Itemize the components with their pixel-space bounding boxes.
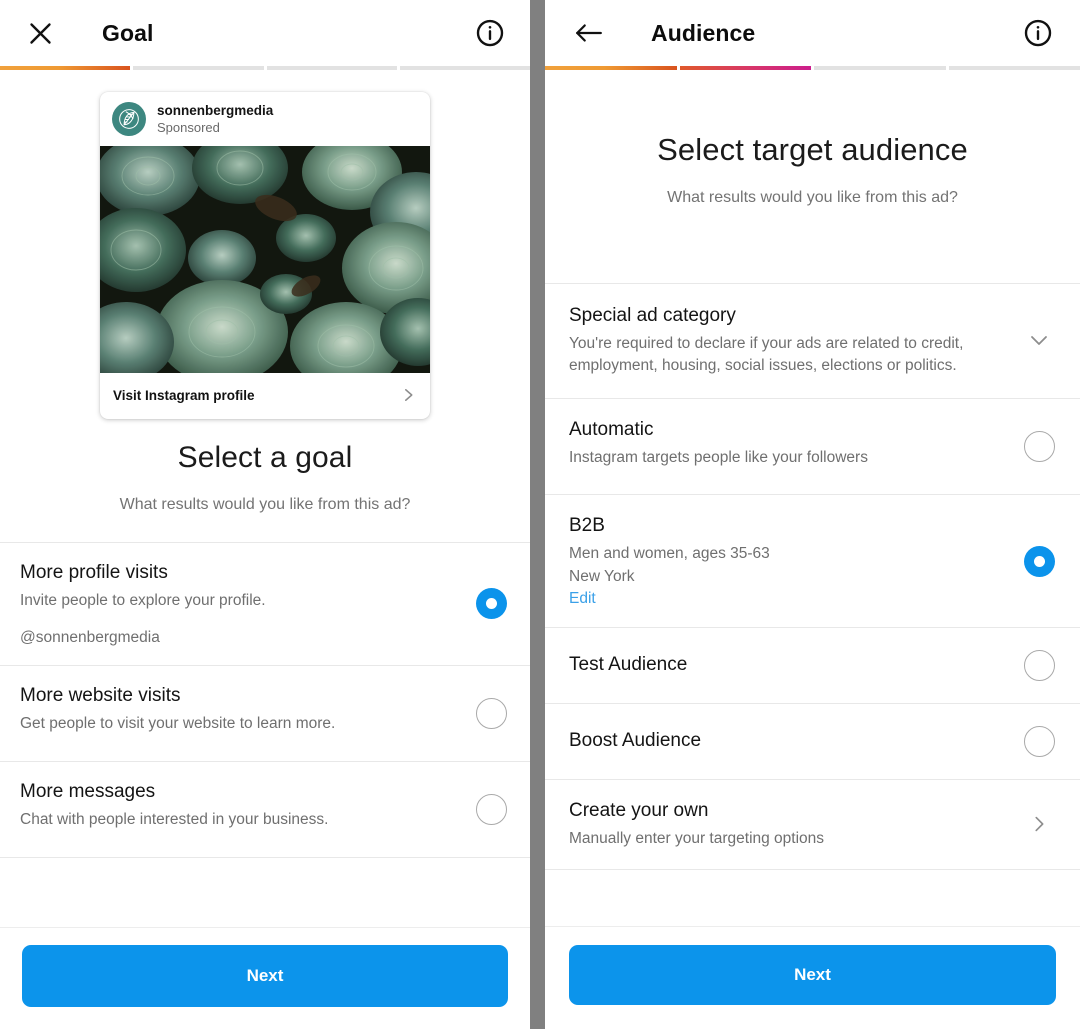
goal-option-radio-wrap[interactable] [474,697,508,729]
special-ad-category-desc: You're required to declare if your ads a… [569,335,964,374]
audience-screen: Audience Select target audience What res… [545,0,1080,1029]
goal-options-list: More profile visits Invite people to exp… [0,542,530,858]
radio-unselected[interactable] [475,793,507,825]
ad-card-header: sonnenbergmedia Sponsored [100,92,430,146]
special-ad-category-row[interactable]: Special ad category You're required to d… [545,284,1080,400]
radio-unselected[interactable] [1023,431,1055,463]
info-icon[interactable] [472,15,508,51]
next-button[interactable]: Next [569,945,1056,1005]
goal-option-text: More messages Chat with people intereste… [20,780,460,831]
dual-screenshot-container: Goal sonnenbergmedia Sponsored Visit Ins… [0,0,1080,1029]
edit-audience-link[interactable]: Edit [569,590,596,608]
audience-option-text: B2B Men and women, ages 35-63 New York E… [569,514,1008,608]
create-your-own-desc: Manually enter your targeting options [569,830,825,848]
special-ad-category-text: Special ad category You're required to d… [569,304,1008,376]
ad-card-identity: sonnenbergmedia Sponsored [157,103,273,135]
audience-heading-block: Select target audience What results woul… [545,70,1080,283]
special-ad-category-expand[interactable] [1022,328,1056,352]
goal-screen: Goal sonnenbergmedia Sponsored Visit Ins… [0,0,530,1029]
goal-scroll-area[interactable]: sonnenbergmedia Sponsored Visit Instagra… [0,70,530,927]
goal-option-text: More profile visits Invite people to exp… [20,561,460,647]
goal-option-more-website-visits[interactable]: More website visits Get people to visit … [0,665,530,762]
arrow-left-icon[interactable] [569,13,609,53]
audience-option-text: Test Audience [569,653,1008,677]
chevron-right-icon [1028,813,1050,835]
goal-option-desc: Get people to visit your website to lear… [20,715,336,732]
ad-preview-card[interactable]: sonnenbergmedia Sponsored Visit Instagra… [100,92,430,419]
radio-selected[interactable] [475,588,507,620]
audience-option-radio-wrap[interactable] [1022,545,1056,577]
goal-heading-subtitle: What results would you like from this ad… [119,496,411,513]
create-your-own-row[interactable]: Create your own Manually enter your targ… [545,780,1080,870]
audience-option-radio-wrap[interactable] [1022,431,1056,463]
close-icon[interactable] [20,13,60,53]
audience-option-desc: Men and women, ages 35-63 [569,545,770,563]
radio-unselected[interactable] [475,697,507,729]
radio-unselected[interactable] [1023,726,1055,758]
audience-scroll-area[interactable]: Select target audience What results woul… [545,70,1080,926]
succulent-plants-photo [100,146,430,373]
special-ad-category-title: Special ad category [569,305,736,326]
ad-cta-row[interactable]: Visit Instagram profile [100,373,430,419]
create-your-own-text: Create your own Manually enter your targ… [569,799,1008,850]
audience-heading-title: Select target audience [657,132,968,167]
leaf-logo-icon [112,102,146,136]
audience-appbar: Audience [545,0,1080,66]
goal-option-more-messages[interactable]: More messages Chat with people intereste… [0,761,530,858]
succulent-photo-art [100,146,430,373]
goal-option-title: More website visits [20,684,181,706]
ad-username: sonnenbergmedia [157,102,274,118]
audience-heading-subtitle: What results would you like from this ad… [667,189,958,206]
chevron-down-icon [1027,328,1051,352]
create-your-own-title: Create your own [569,800,709,822]
audience-options-list: Special ad category You're required to d… [545,283,1080,870]
audience-option-location: New York [569,567,635,585]
ad-preview-wrapper: sonnenbergmedia Sponsored Visit Instagra… [0,70,530,419]
audience-option-test-audience[interactable]: Test Audience [545,628,1080,705]
audience-option-title: Automatic [569,419,654,441]
audience-option-title: B2B [569,515,605,537]
audience-option-text: Automatic Instagram targets people like … [569,418,1008,469]
radio-selected[interactable] [1023,545,1055,577]
audience-option-radio-wrap[interactable] [1022,650,1056,682]
next-button[interactable]: Next [22,945,508,1007]
create-your-own-chevron-wrap[interactable] [1022,813,1056,835]
goal-option-more-profile-visits[interactable]: More profile visits Invite people to exp… [0,543,530,666]
goal-option-desc: Invite people to explore your profile. [20,592,266,610]
info-icon[interactable] [1020,15,1056,51]
goal-heading-title: Select a goal [177,441,353,474]
goal-option-title: More profile visits [20,562,168,583]
page-title: Audience [651,19,756,46]
goal-option-radio-wrap[interactable] [474,588,508,620]
page-title: Goal [102,19,154,46]
goal-heading-block: Select a goal What results would you lik… [0,419,530,542]
audience-option-radio-wrap[interactable] [1022,726,1056,758]
audience-option-title: Test Audience [569,654,688,676]
goal-option-text: More website visits Get people to visit … [20,684,460,735]
audience-option-b2b[interactable]: B2B Men and women, ages 35-63 New York E… [545,495,1080,629]
audience-option-text: Boost Audience [569,729,1008,753]
audience-option-desc: Instagram targets people like your follo… [569,449,868,467]
screen-divider [530,0,545,1029]
goal-appbar: Goal [0,0,530,66]
audience-option-title: Boost Audience [569,730,702,752]
ad-cta-label: Visit Instagram profile [113,387,255,403]
ad-sponsored-label: Sponsored [157,119,220,135]
audience-option-boost-audience[interactable]: Boost Audience [545,704,1080,781]
goal-option-radio-wrap[interactable] [474,793,508,825]
audience-option-automatic[interactable]: Automatic Instagram targets people like … [545,399,1080,496]
goal-footer: Next [0,927,530,1029]
audience-footer: Next [545,926,1080,1029]
radio-unselected[interactable] [1023,650,1055,682]
goal-option-desc: Chat with people interested in your busi… [20,811,329,828]
goal-option-title: More messages [20,780,156,802]
goal-option-handle: @sonnenbergmedia [20,628,160,646]
chevron-right-icon [399,386,417,404]
